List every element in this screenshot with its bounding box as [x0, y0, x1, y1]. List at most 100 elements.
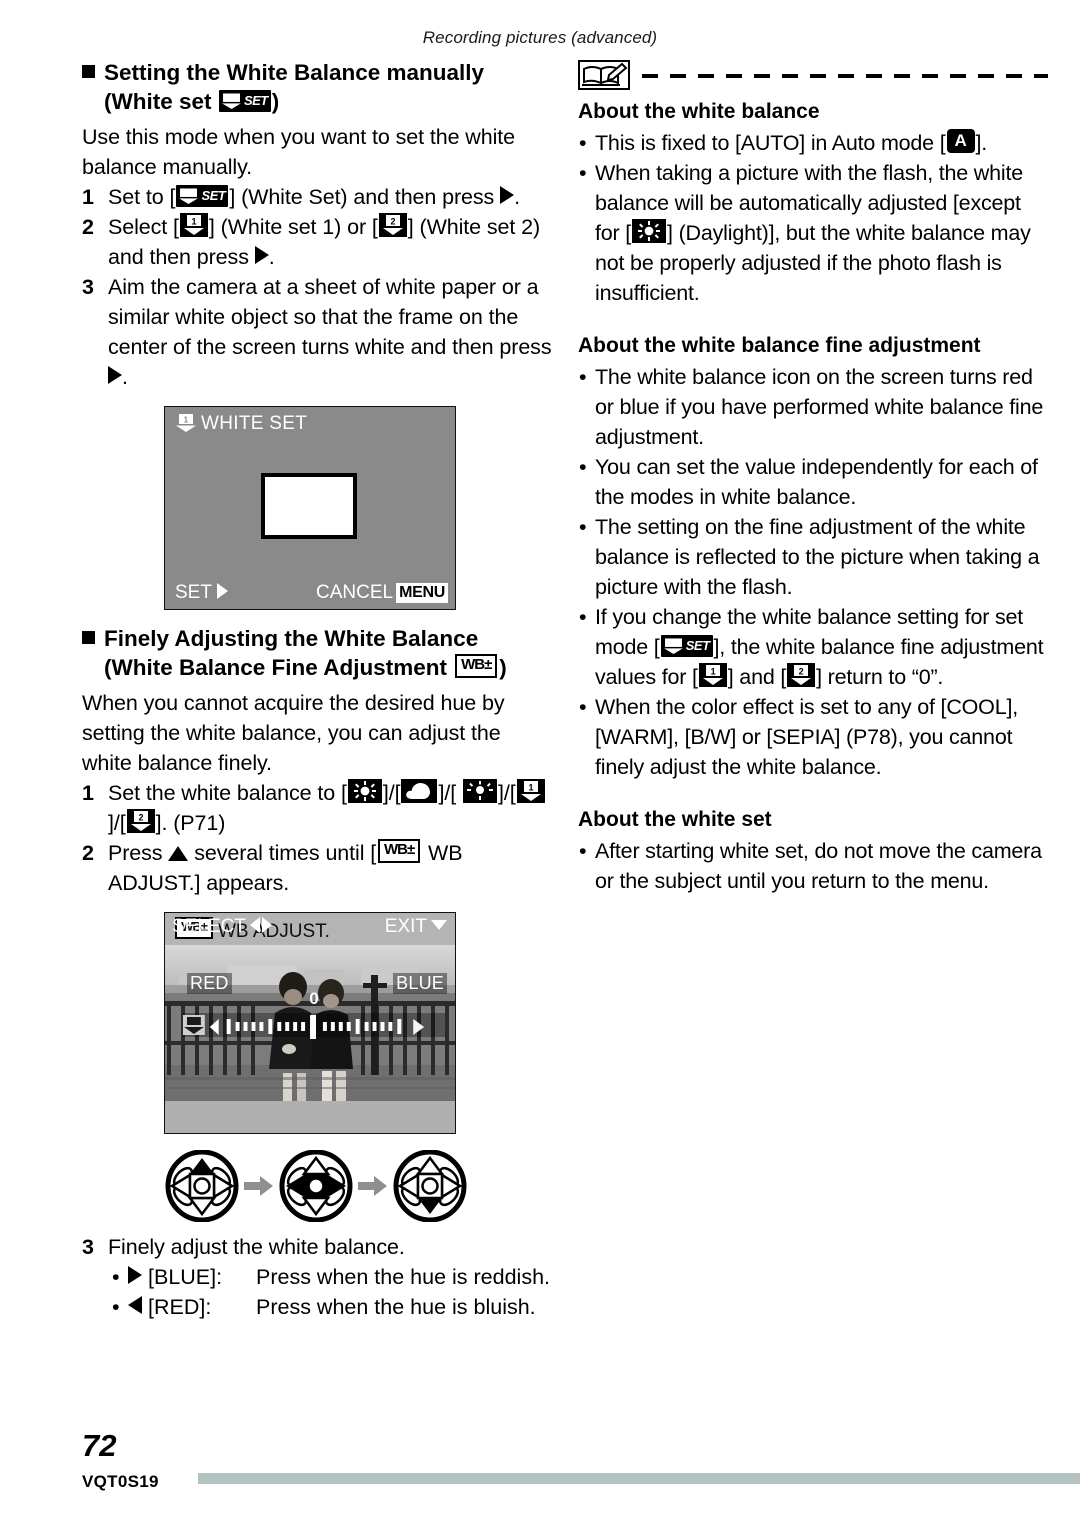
halogen-icon — [462, 779, 497, 803]
white-set-icon: SET — [660, 635, 713, 657]
wb-adjust-screen-illustration: WB± WB ADJUST. RED BLUE 0 SELECT EXIT — [164, 912, 456, 1134]
daylight-icon — [347, 779, 382, 803]
svg-text:1: 1 — [528, 783, 533, 793]
intro-paragraph: Use this mode when you want to set the w… — [82, 125, 516, 179]
wb-adjust-scale[interactable]: 0 — [183, 989, 445, 1043]
bullet-dot: • — [579, 605, 587, 629]
svg-text:1: 1 — [191, 217, 196, 227]
about-white-set-heading: About the white set — [578, 808, 772, 831]
bullet-dot: • — [579, 515, 587, 539]
right-arrow-icon — [254, 246, 269, 264]
white-set-screen-illustration: 1 WHITE SET SET CANCEL MENU — [164, 406, 456, 610]
wb-plusminus-icon: WB± — [378, 839, 421, 863]
book-pencil-icon — [578, 60, 630, 90]
about-fine-adjustment-heading: About the white balance fine adjustment — [578, 334, 981, 357]
svg-text:2: 2 — [138, 813, 143, 823]
wb-adjust-bottom-bar — [165, 1101, 455, 1133]
heading-line-1: Setting the White Balance manually — [104, 60, 485, 85]
about-wb-bullet-2: • When taking a picture with the flash, t… — [578, 158, 1048, 308]
sequence-arrow-icon — [358, 1176, 387, 1196]
red-desc: Press when the hue is bluish. — [256, 1295, 536, 1319]
square-bullet-icon — [82, 631, 95, 644]
menu-badge: MENU — [396, 583, 448, 603]
dashed-divider — [642, 74, 1048, 78]
down-arrow-icon — [431, 920, 447, 930]
right-arrow-icon — [261, 917, 272, 933]
bullet-dot: • — [112, 1295, 120, 1319]
running-head: Recording pictures (advanced) — [422, 28, 658, 47]
about-wb-bullet-1: • This is fixed to [AUTO] in Auto mode [A… — [578, 128, 1048, 158]
daylight-icon — [632, 219, 667, 243]
heading2-line-1: Finely Adjusting the White Balance — [104, 626, 479, 651]
white-set-1-icon: 1 — [698, 663, 727, 687]
page-number: 72 — [82, 1428, 117, 1463]
fine-adj-bullet-4: • If you change the white balance setting… — [578, 602, 1048, 692]
dpad-up-icon — [165, 1150, 239, 1222]
fine-step-3: 3 Finely adjust the white balance. — [82, 1232, 552, 1262]
bullet-dot: • — [579, 695, 587, 719]
bullet-dot: • — [112, 1265, 120, 1289]
heading2-line-2: (White Balance Fine Adjustment WB±) — [104, 654, 507, 680]
dpad-sequence-illustration — [164, 1150, 467, 1222]
step-2-number: 2 — [82, 215, 94, 239]
fine-step-1-number: 1 — [82, 781, 94, 805]
white-set-set-label: SET — [175, 582, 228, 604]
left-arrow-icon — [128, 1296, 142, 1314]
step-3: 3 Aim the camera at a sheet of white pape… — [82, 272, 552, 392]
white-set-1-icon: 1 — [179, 213, 208, 237]
svg-text:1: 1 — [184, 416, 189, 425]
right-arrow-icon — [500, 186, 515, 204]
right-arrow-icon — [128, 1266, 142, 1284]
right-arrow-outline-icon — [216, 583, 228, 599]
sequence-arrow-icon — [244, 1176, 273, 1196]
bullet-dot: • — [579, 839, 587, 863]
square-bullet-icon — [82, 65, 95, 78]
left-arrow-icon — [249, 917, 260, 933]
step-1-number: 1 — [82, 185, 94, 209]
wb-adjust-blue-label: BLUE — [393, 973, 447, 994]
blue-label: [BLUE]: — [148, 1265, 223, 1289]
bullet-dot: • — [579, 161, 587, 185]
cloudy-icon — [401, 779, 438, 803]
dpad-left-right-icon — [279, 1150, 353, 1222]
wb-plusminus-icon: WB± — [455, 654, 498, 678]
up-arrow-icon — [168, 846, 189, 861]
fine-adj-bullet-2: • You can set the value independently for… — [578, 452, 1048, 512]
white-set-screen-title: 1 WHITE SET — [175, 413, 307, 435]
fine-step-2: 2 Press several times until [WB± WB ADJUS… — [82, 838, 552, 898]
step-2: 2 Select [1] (White set 1) or [2] (White … — [82, 212, 552, 272]
svg-text:2: 2 — [799, 667, 804, 677]
fine-step-3-number: 3 — [82, 1235, 94, 1259]
wb-adjust-select-label: SELECT — [172, 916, 272, 938]
document-code: VQT0S19 — [82, 1472, 159, 1491]
fine-step-3-sub-blue: • [BLUE]: Press when the hue is reddish. — [82, 1262, 552, 1292]
fine-step-3-sub-red: • [RED]: Press when the hue is bluish. — [82, 1292, 552, 1322]
red-label: [RED]: — [148, 1295, 212, 1319]
fine-adj-bullet-5: • When the color effect is set to any of … — [578, 692, 1048, 782]
intro-paragraph-2: When you cannot acquire the desired hue … — [82, 691, 505, 775]
step-1: 1 Set to [SET] (White Set) and then press… — [82, 182, 552, 212]
dpad-down-icon — [393, 1150, 467, 1222]
step-3-number: 3 — [82, 275, 94, 299]
wb-adjust-zero-value: 0 — [309, 989, 319, 1008]
blue-desc: Press when the hue is reddish. — [256, 1265, 550, 1289]
right-arrow-icon — [108, 366, 122, 384]
heading-line-2: (White set SET) — [104, 89, 280, 114]
wb-adjust-preview-photo: RED BLUE 0 — [165, 945, 455, 1101]
fine-adj-bullet-1: • The white balance icon on the screen tu… — [578, 362, 1048, 452]
section-heading-white-set: Setting the White Balance manually (Whit… — [82, 58, 552, 116]
about-white-balance-heading: About the white balance — [578, 100, 820, 123]
fine-step-1: 1 Set the white balance to []/[]/[ ]/[1]/… — [82, 778, 552, 838]
white-set-icon: SET — [218, 90, 271, 112]
bullet-dot: • — [579, 455, 587, 479]
white-set-bullet-1: • After starting white set, do not move t… — [578, 836, 1048, 896]
white-set-cancel-label: CANCEL MENU — [316, 582, 448, 604]
fine-step-2-number: 2 — [82, 841, 94, 865]
fine-adj-bullet-3: • The setting on the fine adjustment of t… — [578, 512, 1048, 602]
wb-adjust-exit-label: EXIT — [385, 916, 447, 938]
white-set-icon: SET — [176, 185, 229, 207]
white-set-1-icon: 1 — [516, 779, 545, 803]
bullet-dot: • — [579, 365, 587, 389]
wb-adjust-red-label: RED — [187, 973, 232, 994]
white-set-target-frame — [261, 473, 357, 539]
